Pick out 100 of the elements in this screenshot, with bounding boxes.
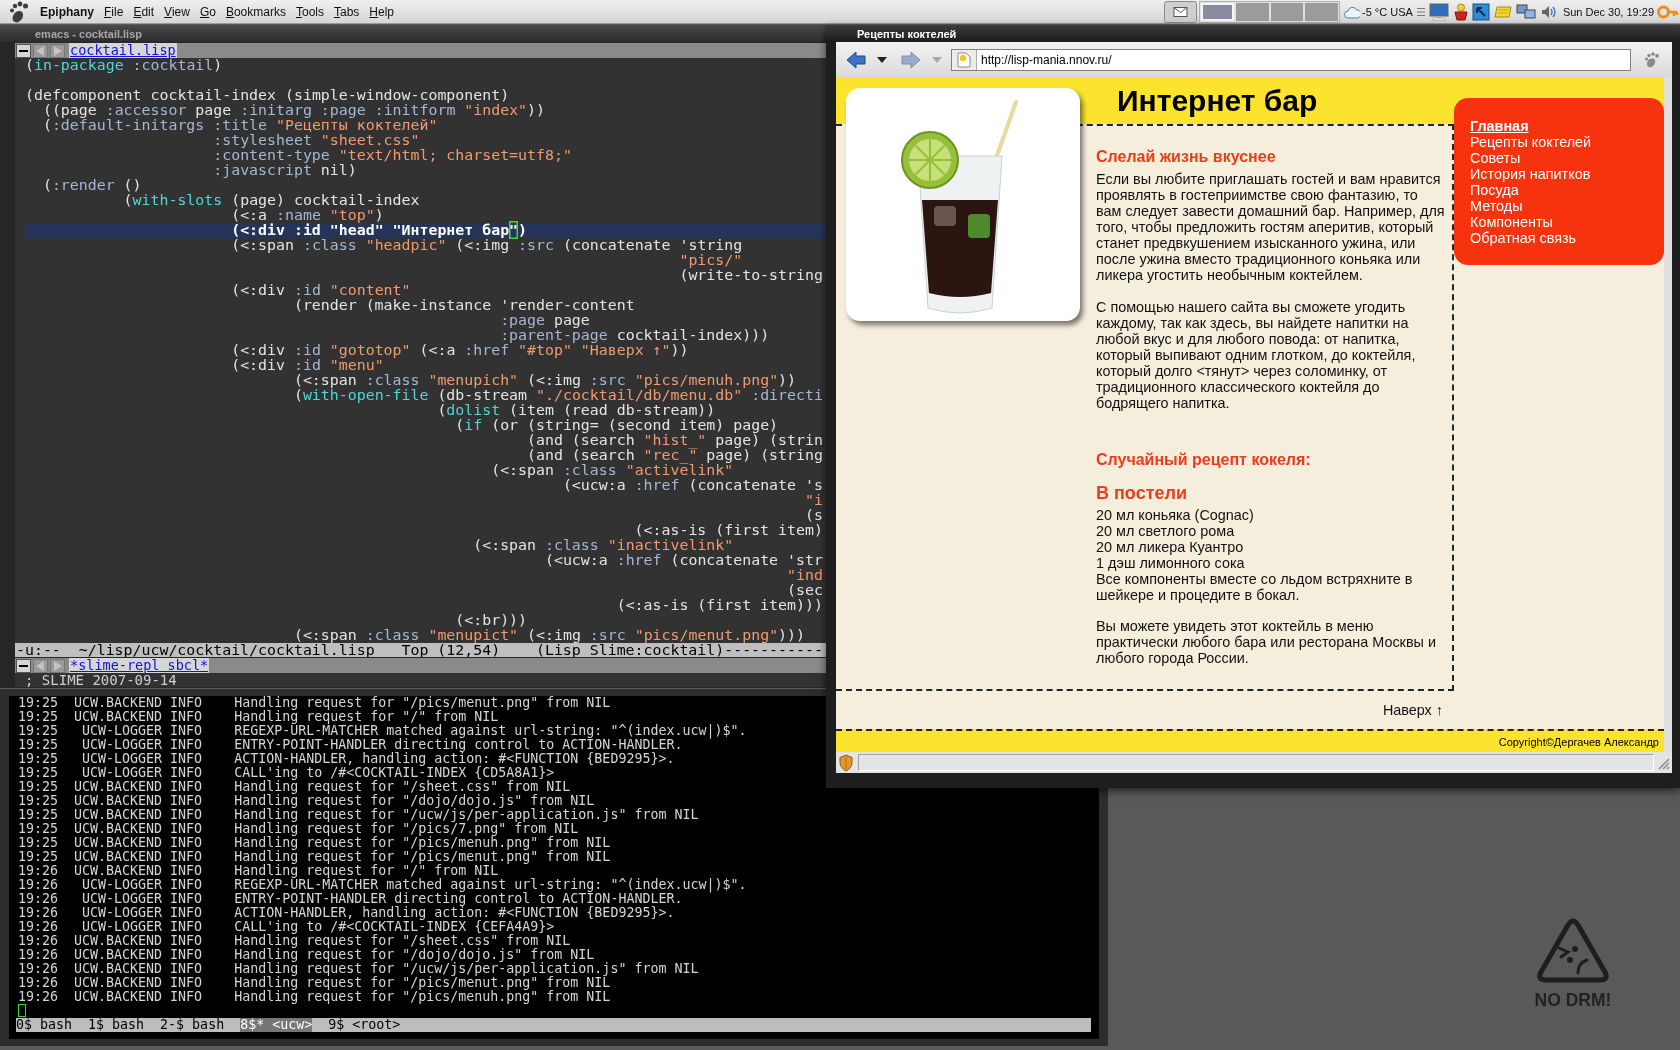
menu-item[interactable]: Tabs <box>333 4 360 19</box>
shield-icon[interactable] <box>838 753 854 772</box>
menu-item[interactable]: File <box>104 4 124 19</box>
envelope-icon[interactable] <box>1164 0 1197 23</box>
buffer-tab[interactable]: *slime-repl sbcl* <box>69 658 210 673</box>
menu-link[interactable]: Главная <box>1470 118 1529 134</box>
lines-icon[interactable] <box>1416 6 1425 17</box>
code-line: (:render () <box>42 176 142 194</box>
log-message: Handling request for "/" from NIL <box>234 710 499 724</box>
section-heading: Слелай жизнь вкуснее <box>1096 147 1276 167</box>
log-time: 19:26 <box>18 976 59 990</box>
log-level: INFO <box>170 976 203 990</box>
workspace-cell[interactable] <box>1305 2 1338 21</box>
menu-link[interactable]: Компоненты <box>1470 214 1553 230</box>
code-line: (<ucw:a :href (concatenate 's <box>562 476 823 494</box>
log-source: UCW.BACKEND <box>74 794 163 808</box>
minus-icon[interactable] <box>16 43 31 58</box>
paragraph: С помощью нашего сайта вы сможете угодить каждому, так как здесь, вы найдете напитки на любой вкус и для любого повода: от напитка, который выпивают одним глотком, до коктейля, который долго <тянут> через соломинку, от традиционного классического коктейля до бодрящего напитка. <box>1096 299 1417 411</box>
resize-grip-icon[interactable] <box>1656 755 1670 770</box>
log-source: UCW.BACKEND <box>74 836 163 850</box>
app-menu[interactable]: Epiphany <box>40 4 94 19</box>
menu-link[interactable]: Рецепты коктелей <box>1470 134 1592 150</box>
log-message: Handling request for "/sheet.css" from NIL <box>234 934 571 948</box>
log-level: INFO <box>170 878 203 892</box>
log-time: 19:26 <box>18 878 59 892</box>
log-time: 19:25 <box>18 794 59 808</box>
log-level: INFO <box>170 724 203 738</box>
log-time: 19:25 <box>18 780 59 794</box>
foot-icon <box>1644 51 1660 68</box>
log-level: INFO <box>170 850 203 864</box>
log-source: UCW.BACKEND <box>74 864 163 878</box>
log-level: INFO <box>170 780 203 794</box>
log-level: INFO <box>170 822 203 836</box>
code-line: (in-package :cocktail) <box>25 58 223 74</box>
log-level: INFO <box>170 752 203 766</box>
log-time: 19:25 <box>18 696 59 710</box>
log-message: Handling request for "/dojo/dojo.js" from NIL <box>234 948 595 962</box>
section-heading: Случайный рецепт кокеля: <box>1096 450 1311 470</box>
menu-item[interactable]: Bookmarks <box>225 4 286 19</box>
workspace-cell[interactable] <box>1235 2 1269 21</box>
log-source: UCW.BACKEND <box>74 850 163 864</box>
log-message: Handling request for "/ucw/js/per-application.js" from NIL <box>234 962 699 976</box>
code-line: (<:span :class "inactivelink" <box>473 536 734 554</box>
left-arrow-icon[interactable] <box>846 50 866 69</box>
log-message: Handling request for "/ucw/js/per-application.js" from NIL <box>234 808 699 822</box>
top-link[interactable]: Наверх ↑ <box>1382 702 1443 718</box>
log-source: UCW.BACKEND <box>74 962 163 976</box>
log-message: Handling request for "/" from NIL <box>234 864 499 878</box>
menu-link[interactable]: История напитков <box>1470 166 1591 182</box>
cloud-icon[interactable] <box>1344 4 1360 19</box>
arrow-box-icon[interactable] <box>1471 2 1490 21</box>
log-time: 19:25 <box>18 766 59 780</box>
log-message: Handling request for "/sheet.css" from NIL <box>234 780 571 794</box>
monitor-icon[interactable] <box>1428 2 1449 21</box>
buffer-tab[interactable]: cocktail.lisp <box>69 43 177 58</box>
menu-link[interactable]: Советы <box>1470 150 1521 166</box>
copyright-text: Copyright©Дергачев Александр <box>1498 735 1659 748</box>
menu-item[interactable]: Go <box>199 4 216 19</box>
code-line: "ind <box>787 566 823 584</box>
menu-item[interactable]: Tools <box>295 4 324 19</box>
repl-text: ; SLIME 2007-09-14 <box>25 672 177 688</box>
window-title: Рецепты коктелей <box>857 27 957 40</box>
network-icon[interactable] <box>1515 3 1536 20</box>
foot-icon[interactable] <box>9 0 29 23</box>
menu-link[interactable]: Методы <box>1470 198 1523 214</box>
menu-item[interactable]: Help <box>369 4 394 19</box>
address-field[interactable]: http://lisp-mania.nnov.ru/ <box>951 48 1631 71</box>
screen-window-label: 9$ <root> <box>328 1018 401 1032</box>
workspace-cell[interactable] <box>1270 2 1304 21</box>
menu-item[interactable]: Edit <box>133 4 155 19</box>
triangle-sign-icon <box>1537 918 1609 984</box>
log-message: ENTRY-POINT-HANDLER directing control to ACTION-HANDLER. <box>234 892 683 906</box>
menu-link[interactable]: Обратная связь <box>1470 230 1577 246</box>
log-message: REGEXP-URL-MATCHER matched against url-string: "^(index.ucw|)$". <box>234 724 747 738</box>
window-title: emacs - cocktail.lisp <box>35 27 142 40</box>
log-time: 19:26 <box>18 948 59 962</box>
log-message: Handling request for "/pics/menut.png" from NIL <box>234 976 611 990</box>
log-level: INFO <box>170 962 203 976</box>
recipe-line: 20 мл светлого рома <box>1096 523 1235 539</box>
log-time: 19:25 <box>18 738 59 752</box>
code-line: (defcomponent cocktail-index (simple-window-component) <box>25 86 510 104</box>
menu-item[interactable]: View <box>164 4 190 19</box>
weather-text[interactable]: -5 °C USA <box>1362 5 1413 18</box>
code-line: (if (or (string= (second item) page) <box>455 416 779 434</box>
clock-text[interactable]: Sun Dec 30, 19:29 <box>1562 5 1654 18</box>
log-time: 19:25 <box>18 710 59 724</box>
workspace-cell[interactable] <box>1201 2 1234 21</box>
caret-icon[interactable] <box>877 56 887 63</box>
log-time: 19:25 <box>18 836 59 850</box>
code-line: (s <box>804 506 823 524</box>
log-message: Handling request for "/pics/menuh.png" from NIL <box>234 836 611 850</box>
figure-icon[interactable] <box>1452 2 1469 21</box>
log-time: 19:25 <box>18 724 59 738</box>
menu-link[interactable]: Посуда <box>1470 182 1519 198</box>
log-level: INFO <box>170 808 203 822</box>
log-level: INFO <box>170 990 203 1004</box>
screen-window-label: 8$* <ucw> <box>240 1018 313 1032</box>
log-message: ACTION-HANDLER, handling action: #<FUNCTION {BED9295}>. <box>234 752 675 766</box>
minus-icon[interactable] <box>16 658 31 673</box>
page-icon <box>957 51 971 68</box>
